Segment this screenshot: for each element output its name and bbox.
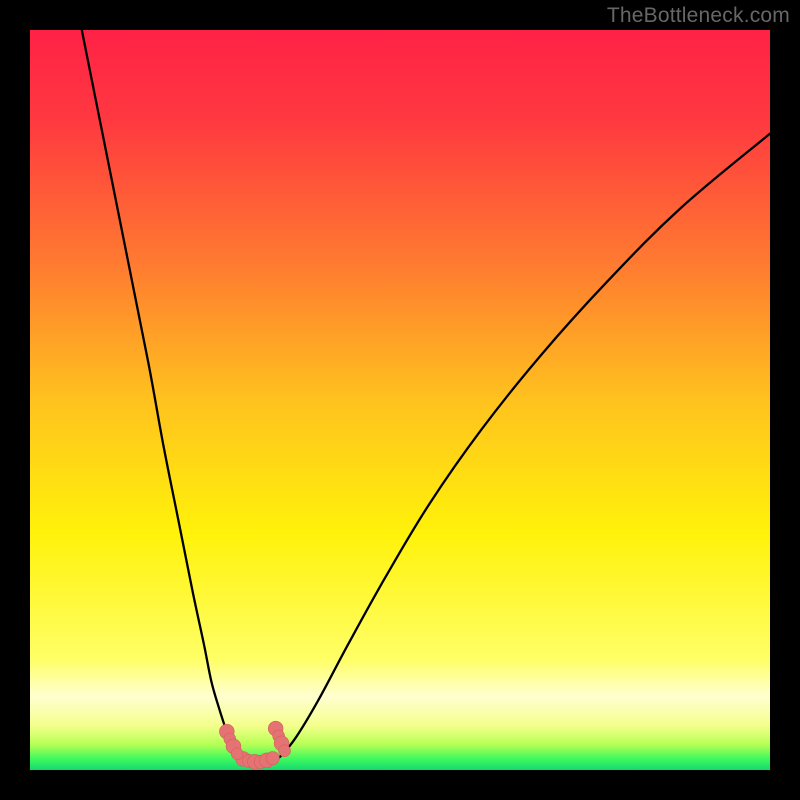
data-marker	[266, 752, 279, 765]
gradient-background	[30, 30, 770, 770]
plot-area	[30, 30, 770, 770]
data-marker	[279, 745, 291, 757]
watermark-text: TheBottleneck.com	[607, 4, 790, 28]
data-marker	[231, 748, 243, 760]
chart-svg	[30, 30, 770, 770]
image-frame: TheBottleneck.com	[0, 0, 800, 800]
